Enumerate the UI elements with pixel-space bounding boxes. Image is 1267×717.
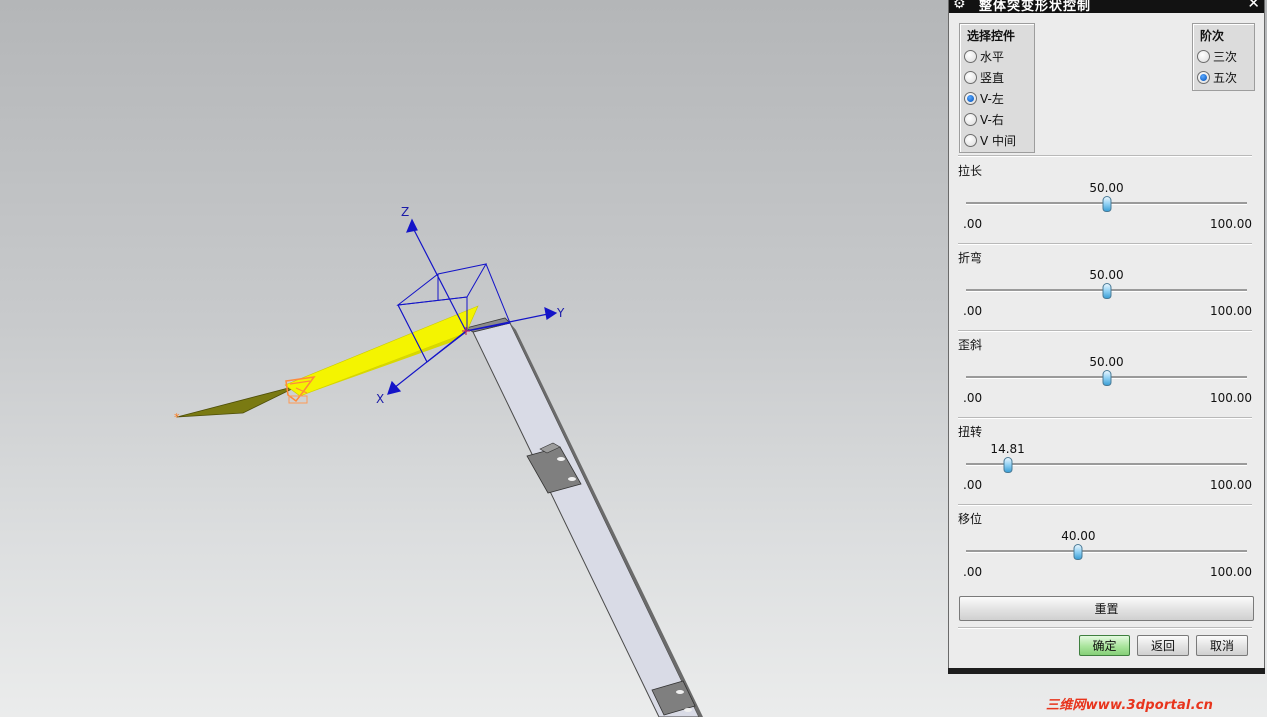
slider-value: 14.81 xyxy=(990,442,1025,456)
divider xyxy=(958,330,1252,332)
close-icon[interactable]: ✕ xyxy=(1247,0,1260,12)
slider-section: 扭转 14.81 .00 100.00 xyxy=(949,423,1266,509)
radio-cubic[interactable]: 三次 xyxy=(1197,47,1237,65)
slider-thumb[interactable] xyxy=(1003,457,1013,473)
slider-section: 移位 40.00 .00 100.00 xyxy=(949,510,1266,596)
radio-quintic[interactable]: 五次 xyxy=(1197,68,1237,86)
slider-value: 50.00 xyxy=(1089,355,1124,369)
reset-button[interactable]: 重置 xyxy=(959,596,1254,621)
slider-label: 歪斜 xyxy=(958,338,983,352)
site-watermark: 三维网www.3dportal.cn xyxy=(1046,698,1214,713)
slider-track[interactable] xyxy=(966,550,1247,553)
slider-max-label: 100.00 xyxy=(1210,478,1252,492)
slider-min-label: .00 xyxy=(963,478,983,492)
gear-icon[interactable]: ⚙ xyxy=(953,0,966,12)
radio-v-middle[interactable]: V 中间 xyxy=(964,131,1016,149)
beam-model xyxy=(464,317,703,717)
radio-circle-icon[interactable] xyxy=(964,49,977,63)
order-group-title: 阶次 xyxy=(1200,29,1225,43)
select-control-title: 选择控件 xyxy=(967,29,1016,43)
slider-max-label: 100.00 xyxy=(1210,391,1252,405)
model-canvas: * Z Y X xyxy=(174,205,703,717)
slider-thumb[interactable] xyxy=(1102,283,1111,299)
slider-section: 折弯 50.00 .00 100.00 xyxy=(949,249,1266,335)
slider-section: 歪斜 50.00 .00 100.00 xyxy=(949,336,1266,422)
x-axis-label: X xyxy=(376,392,384,406)
slider-thumb[interactable] xyxy=(1102,196,1111,212)
slider-min-label: .00 xyxy=(963,304,983,318)
radio-circle-icon[interactable] xyxy=(964,70,977,84)
divider xyxy=(958,417,1252,419)
radio-label: V-右 xyxy=(980,112,1004,127)
divider xyxy=(958,504,1252,506)
shape-control-dialog: ⚙ 整体突变形状控制 ✕ 选择控件 水平 竖直 V-左 V-右 V 中间 阶次 xyxy=(948,0,1265,672)
radio-label: V 中间 xyxy=(980,133,1017,148)
dialog-shadow-edge xyxy=(948,668,1265,674)
radio-circle-icon[interactable] xyxy=(964,112,977,126)
slider-value: 50.00 xyxy=(1089,181,1124,195)
slider-label: 折弯 xyxy=(958,251,983,265)
radio-v-left[interactable]: V-左 xyxy=(964,89,1004,107)
slider-value: 40.00 xyxy=(1061,529,1096,543)
dialog-title: 整体突变形状控制 xyxy=(979,0,1092,14)
radio-selected-icon[interactable] xyxy=(964,91,977,105)
radio-horizontal[interactable]: 水平 xyxy=(964,47,1004,65)
slider-thumb[interactable] xyxy=(1102,370,1111,386)
z-axis-label: Z xyxy=(401,205,409,219)
slider-label: 扭转 xyxy=(958,425,983,439)
radio-label: 水平 xyxy=(980,49,1005,64)
radio-label: 竖直 xyxy=(980,70,1005,85)
radio-label: 三次 xyxy=(1213,49,1238,64)
divider xyxy=(958,155,1252,157)
slider-label: 拉长 xyxy=(958,164,983,178)
divider xyxy=(958,243,1252,245)
back-button[interactable]: 返回 xyxy=(1137,635,1189,656)
slider-label: 移位 xyxy=(958,512,983,526)
y-axis-label: Y xyxy=(556,306,565,320)
radio-label: V-左 xyxy=(980,91,1004,106)
graphics-viewport[interactable]: * Z Y X xyxy=(0,0,948,717)
radio-vertical[interactable]: 竖直 xyxy=(964,68,1004,86)
radio-v-right[interactable]: V-右 xyxy=(964,110,1004,128)
select-control-group: 选择控件 水平 竖直 V-左 V-右 V 中间 xyxy=(959,23,1035,153)
radio-label: 五次 xyxy=(1213,70,1238,85)
slider-min-label: .00 xyxy=(963,565,983,579)
freeform-surface[interactable] xyxy=(176,305,479,418)
slider-min-label: .00 xyxy=(963,391,983,405)
slider-thumb[interactable] xyxy=(1073,544,1083,560)
radio-circle-icon[interactable] xyxy=(964,133,977,147)
slider-value: 50.00 xyxy=(1089,268,1124,282)
svg-text:*: * xyxy=(174,411,180,424)
ok-button[interactable]: 确定 xyxy=(1079,635,1130,656)
slider-min-label: .00 xyxy=(963,217,983,231)
divider xyxy=(958,627,1252,629)
slider-max-label: 100.00 xyxy=(1210,304,1252,318)
dialog-titlebar[interactable]: ⚙ 整体突变形状控制 ✕ xyxy=(949,0,1264,14)
cancel-button[interactable]: 取消 xyxy=(1196,635,1248,656)
slider-max-label: 100.00 xyxy=(1210,217,1252,231)
order-group: 阶次 三次 五次 xyxy=(1192,23,1255,91)
slider-section: 拉长 50.00 .00 100.00 xyxy=(949,162,1266,248)
slider-max-label: 100.00 xyxy=(1210,565,1252,579)
radio-selected-icon[interactable] xyxy=(1197,70,1210,84)
radio-circle-icon[interactable] xyxy=(1197,49,1210,63)
